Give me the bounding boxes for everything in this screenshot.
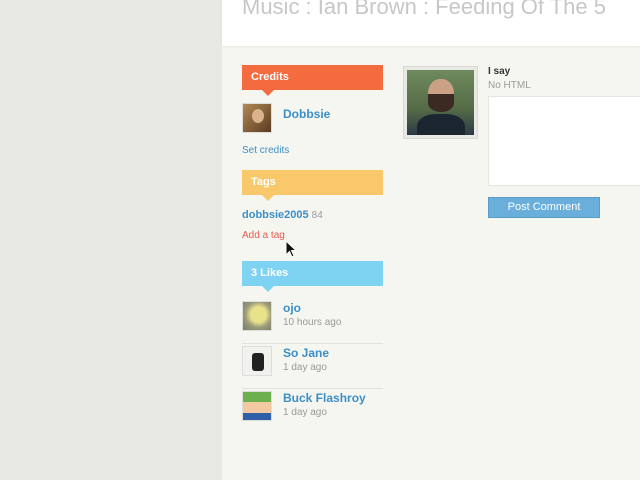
comment-textarea[interactable]	[488, 96, 640, 186]
tag-link[interactable]: dobbsie2005	[242, 209, 309, 221]
add-tag-link[interactable]: Add a tag	[242, 230, 285, 241]
list-item: So Jane 1 day ago	[242, 344, 383, 389]
comment-hint: No HTML	[488, 80, 531, 91]
avatar[interactable]	[242, 346, 272, 376]
tag-item: dobbsie2005 84	[242, 209, 383, 221]
current-user-avatar	[403, 66, 478, 139]
avatar[interactable]	[242, 103, 272, 133]
credits-header: Credits	[242, 65, 383, 96]
tags-header: Tags	[242, 170, 383, 201]
like-timestamp: 1 day ago	[283, 407, 327, 418]
user-photo	[407, 70, 474, 135]
likes-header: 3 Likes	[242, 261, 383, 292]
comment-form: I say No HTML Post Comment	[403, 66, 640, 226]
cursor-arrow-icon	[285, 239, 298, 258]
list-item: ojo 10 hours ago	[242, 299, 383, 344]
comment-label: I say	[488, 66, 511, 77]
like-user-name[interactable]: So Jane	[283, 346, 329, 360]
tag-count: 84	[311, 210, 323, 221]
post-comment-button[interactable]: Post Comment	[488, 197, 600, 218]
credit-name[interactable]: Dobbsie	[283, 107, 330, 121]
list-item: Buck Flashroy 1 day ago	[242, 389, 383, 434]
likes-list: ojo 10 hours ago So Jane 1 day ago Buck …	[242, 299, 383, 434]
title-bar: Music : Ian Brown : Feeding Of The 5	[222, 0, 640, 46]
like-user-name[interactable]: ojo	[283, 301, 301, 315]
like-timestamp: 10 hours ago	[283, 317, 342, 328]
like-user-name[interactable]: Buck Flashroy	[283, 391, 366, 405]
avatar[interactable]	[242, 301, 272, 331]
page-title: Music : Ian Brown : Feeding Of The 5	[242, 0, 606, 19]
set-credits-link[interactable]: Set credits	[242, 145, 383, 156]
like-timestamp: 1 day ago	[283, 362, 327, 373]
photo-beard	[428, 94, 454, 112]
photo-body	[417, 114, 465, 135]
credit-item[interactable]: Dobbsie	[242, 103, 383, 139]
avatar[interactable]	[242, 391, 272, 421]
sidebar: Credits Dobbsie Set credits Tags dobbsie…	[242, 65, 383, 434]
